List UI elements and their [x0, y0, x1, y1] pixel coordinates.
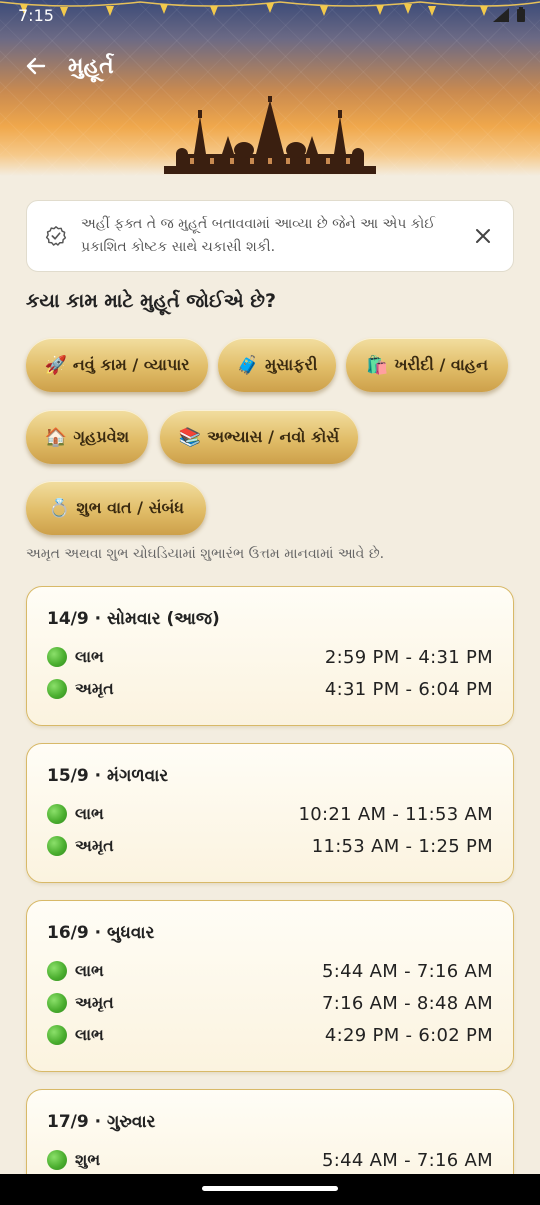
home-gesture-handle[interactable]	[202, 1186, 338, 1191]
chip-label: અભ્યાસ / નવો કોર્સ	[207, 427, 340, 446]
slot-name: લાભ	[75, 1025, 104, 1044]
muhurat-slot: શુભ 5:44 AM - 7:16 AM	[47, 1146, 493, 1174]
slot-time: 4:29 PM - 6:02 PM	[324, 1024, 493, 1046]
day-title: 17/9 · ગુરુવાર	[47, 1112, 156, 1132]
header-banner: 7:15 મુહૂર્ત	[0, 0, 540, 176]
status-time: 7:15	[18, 5, 54, 25]
close-banner-button[interactable]	[471, 224, 495, 248]
chip-relationship[interactable]: 💍 શુભ વાત / સંબંધ	[26, 481, 206, 535]
muhurat-slot: લાભ 10:21 AM - 11:53 AM	[47, 800, 493, 828]
green-dot-icon	[47, 993, 67, 1013]
app-bar: મુહૂર્ત	[0, 44, 540, 88]
page-title: મુહૂર્ત	[68, 53, 114, 79]
slot-time: 2:59 PM - 4:31 PM	[324, 646, 493, 668]
day-title: 14/9 · સોમવાર (આજ)	[47, 609, 220, 629]
status-icons	[492, 7, 526, 23]
muhurat-slot: અમૃત 11:53 AM - 1:25 PM	[47, 832, 493, 860]
day-card[interactable]: 14/9 · સોમવાર (આજ) લાભ 2:59 PM - 4:31 PM…	[26, 586, 514, 726]
slot-name: અમૃત	[75, 679, 114, 698]
day-card[interactable]: 16/9 · બુધવાર લાભ 5:44 AM - 7:16 AM અમૃત…	[26, 900, 514, 1072]
info-text: અહીં ફક્ત તે જ મુહૂર્ત બતાવવામાં આવ્યા છ…	[81, 216, 435, 255]
chip-purchase-vehicle[interactable]: 🛍️ ખરીદી / વાહન	[346, 338, 508, 392]
day-title: 16/9 · બુધવાર	[47, 923, 155, 943]
chip-new-business[interactable]: 🚀 નવું કામ / વ્યાપાર	[26, 338, 208, 392]
info-banner: અહીં ફક્ત તે જ મુહૂર્ત બતાવવામાં આવ્યા છ…	[26, 200, 514, 272]
muhurat-slot: લાભ 2:59 PM - 4:31 PM	[47, 643, 493, 671]
shopping-bag-icon: 🛍️	[365, 354, 389, 376]
green-dot-icon	[47, 1025, 67, 1045]
rocket-icon: 🚀	[44, 354, 67, 376]
green-dot-icon	[47, 961, 67, 981]
slot-time: 4:31 PM - 6:04 PM	[324, 678, 493, 700]
luggage-icon: 🧳	[236, 354, 259, 376]
signal-icon	[493, 8, 509, 22]
house-icon: 🏠	[44, 426, 68, 448]
slot-name: શુભ	[75, 1150, 101, 1169]
green-dot-icon	[47, 647, 67, 667]
battery-icon	[517, 7, 525, 22]
slot-name: અમૃત	[75, 836, 114, 855]
muhurat-slot: અમૃત 4:31 PM - 6:04 PM	[47, 675, 493, 703]
green-dot-icon	[47, 1150, 67, 1170]
green-dot-icon	[47, 804, 67, 824]
green-dot-icon	[47, 836, 67, 856]
green-dot-icon	[47, 679, 67, 699]
hint-text: અમૃત અથવા શુભ ચોઘડિયામાં શુભારંભ ઉત્તમ મ…	[26, 546, 385, 562]
chip-study-course[interactable]: 📚 અભ્યાસ / નવો કોર્સ	[160, 410, 358, 464]
slot-name: લાભ	[75, 647, 104, 666]
muhurat-slot: લાભ 4:29 PM - 6:02 PM	[47, 1021, 493, 1049]
verified-check-icon	[45, 226, 67, 246]
chip-label: ગૃહપ્રવેશ	[73, 427, 130, 446]
chip-travel[interactable]: 🧳 મુસાફરી	[218, 338, 336, 392]
slot-time: 5:44 AM - 7:16 AM	[321, 1149, 493, 1171]
slot-time: 11:53 AM - 1:25 PM	[311, 835, 493, 857]
day-card[interactable]: 15/9 · મંગળવાર લાભ 10:21 AM - 11:53 AM અ…	[26, 743, 514, 883]
slot-name: લાભ	[75, 961, 104, 980]
day-title: 15/9 · મંગળવાર	[47, 766, 169, 786]
chip-label: શુભ વાત / સંબંધ	[76, 498, 185, 517]
muhurat-slot: અમૃત 7:16 AM - 8:48 AM	[47, 989, 493, 1017]
temple-illustration	[164, 96, 376, 174]
chip-housewarming[interactable]: 🏠 ગૃહપ્રવેશ	[26, 410, 148, 464]
slot-time: 7:16 AM - 8:48 AM	[321, 992, 493, 1014]
section-question: કયા કામ માટે મુહૂર્ત જોઈએ છે?	[26, 290, 276, 312]
back-button[interactable]	[22, 52, 50, 80]
chip-label: નવું કામ / વ્યાપાર	[72, 355, 190, 374]
muhurat-slot: લાભ 5:44 AM - 7:16 AM	[47, 957, 493, 985]
slot-name: અમૃત	[75, 993, 114, 1012]
arrow-left-icon	[26, 57, 46, 75]
slot-name: લાભ	[75, 804, 104, 823]
ring-icon: 💍	[47, 497, 71, 519]
slot-time: 5:44 AM - 7:16 AM	[321, 960, 493, 982]
chip-label: મુસાફરી	[264, 355, 318, 374]
status-bar: 7:15	[0, 0, 540, 30]
slot-time: 10:21 AM - 11:53 AM	[298, 803, 493, 825]
chip-label: ખરીદી / વાહન	[394, 355, 489, 374]
books-icon: 📚	[178, 426, 202, 448]
close-icon	[476, 229, 490, 243]
